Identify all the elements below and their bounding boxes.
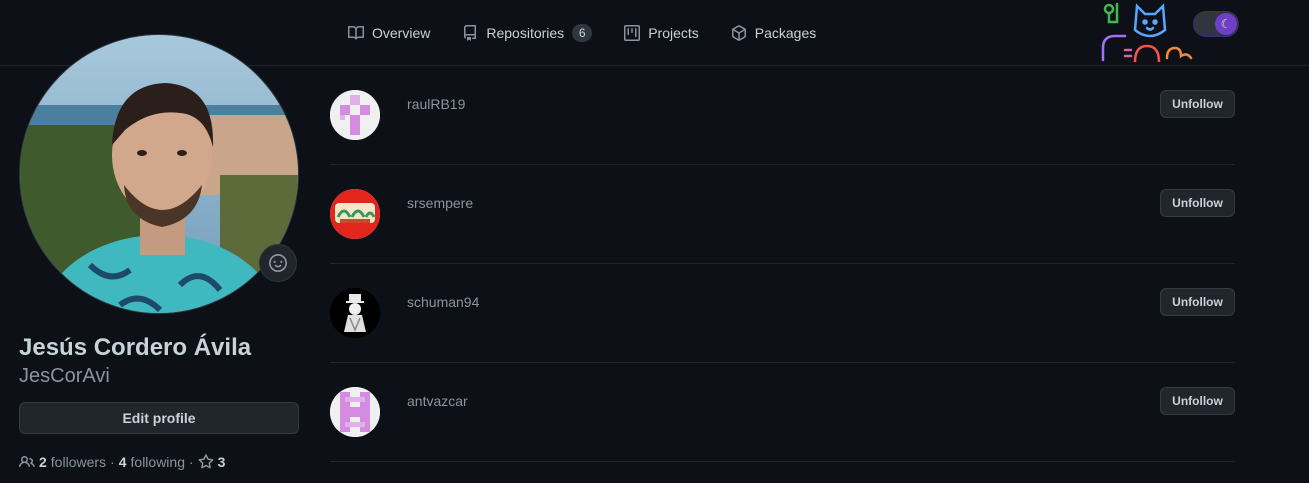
user-name-link[interactable]: raulRB19: [407, 96, 465, 112]
stars-link[interactable]: 3: [198, 454, 230, 470]
user-avatar[interactable]: [330, 387, 380, 437]
unfollow-button[interactable]: Unfollow: [1160, 288, 1235, 316]
user-avatar[interactable]: [330, 288, 380, 338]
smiley-icon: [269, 254, 287, 272]
profile-photo: [20, 35, 298, 313]
edit-profile-button[interactable]: Edit profile: [19, 402, 299, 434]
moon-icon: ☾: [1215, 13, 1237, 35]
unfollow-button[interactable]: Unfollow: [1160, 90, 1235, 118]
user-avatar[interactable]: [330, 189, 380, 239]
profile-page: Overview Repositories 6 Projects Package…: [0, 0, 1309, 483]
following-list: raulRB19 Unfollow srsempere Unfollow sch…: [330, 66, 1235, 462]
project-icon: [624, 25, 641, 41]
user-name-link[interactable]: schuman94: [407, 294, 479, 310]
identicon-image: [330, 387, 380, 437]
following-link[interactable]: 4 following: [119, 454, 185, 470]
user-photo: [330, 189, 380, 239]
list-item: schuman94 Unfollow: [330, 264, 1235, 363]
user-name-link[interactable]: antvazcar: [407, 393, 468, 409]
tab-bar: Overview Repositories 6 Projects Package…: [340, 0, 840, 66]
profile-avatar[interactable]: [19, 34, 299, 314]
identicon-image: [330, 90, 380, 140]
tab-projects-label: Projects: [648, 25, 699, 41]
user-name-link[interactable]: srsempere: [407, 195, 473, 211]
set-status-button[interactable]: [259, 244, 297, 282]
list-item: raulRB19 Unfollow: [330, 66, 1235, 165]
package-icon: [731, 25, 746, 41]
stats-separator: ·: [189, 454, 194, 470]
people-icon: [19, 455, 35, 468]
tab-packages-label: Packages: [754, 25, 817, 41]
tab-overview[interactable]: Overview: [340, 17, 438, 49]
stars-count: 3: [217, 454, 226, 470]
following-label: following: [130, 454, 185, 470]
profile-username: JesCorAvi: [19, 365, 110, 387]
profile-stats: 2 followers · 4 following · 3: [19, 452, 229, 472]
unfollow-button[interactable]: Unfollow: [1160, 189, 1235, 217]
followers-link[interactable]: 2 followers: [19, 454, 106, 470]
followers-label: followers: [50, 454, 107, 470]
profile-fullname: Jesús Cordero Ávila: [19, 334, 252, 361]
tab-repositories[interactable]: Repositories 6: [454, 17, 600, 49]
mascot-illustration: [1101, 2, 1193, 62]
tab-projects[interactable]: Projects: [616, 17, 707, 49]
list-item: antvazcar Unfollow: [330, 363, 1235, 462]
tab-repositories-label: Repositories: [486, 25, 565, 41]
following-count: 4: [118, 454, 127, 470]
star-icon: [198, 454, 214, 469]
unfollow-button[interactable]: Unfollow: [1160, 387, 1235, 415]
user-photo: [330, 288, 380, 338]
stats-separator: ·: [110, 454, 115, 470]
user-avatar[interactable]: [330, 90, 380, 140]
followers-count: 2: [39, 454, 47, 470]
repo-icon: [464, 25, 477, 41]
tab-overview-label: Overview: [372, 25, 431, 41]
book-icon: [348, 25, 364, 40]
list-item: srsempere Unfollow: [330, 165, 1235, 264]
theme-toggle[interactable]: ☾: [1193, 11, 1239, 37]
tab-packages[interactable]: Packages: [723, 17, 824, 49]
repositories-count-badge: 6: [572, 24, 593, 42]
